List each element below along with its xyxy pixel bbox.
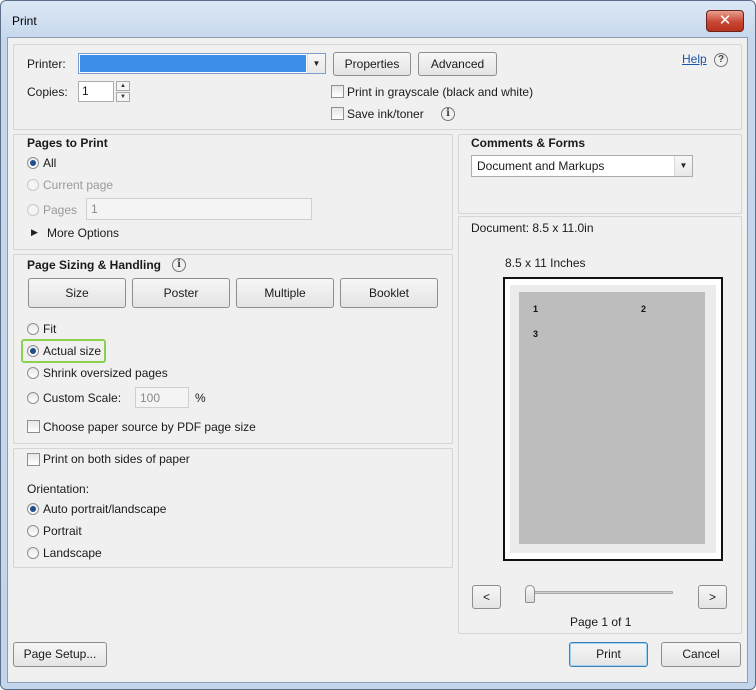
previous-page-button[interactable]: < xyxy=(472,585,501,609)
custom-scale-label: Custom Scale: xyxy=(43,391,122,405)
fit-radio[interactable] xyxy=(27,323,39,335)
comments-forms-heading: Comments & Forms xyxy=(471,136,586,150)
save-ink-checkbox[interactable] xyxy=(331,107,344,120)
save-ink-info-icon[interactable]: i xyxy=(441,107,455,121)
portrait-label: Portrait xyxy=(43,524,82,538)
current-page-radio[interactable] xyxy=(27,179,39,191)
booklet-button[interactable]: Booklet xyxy=(340,278,438,308)
page-indicator: Page 1 of 1 xyxy=(570,615,632,629)
fit-label: Fit xyxy=(43,322,57,336)
duplex-label: Print on both sides of paper xyxy=(43,452,190,466)
cancel-button[interactable]: Cancel xyxy=(661,642,741,667)
comments-forms-selected-value: Document and Markups xyxy=(477,159,605,173)
paper-source-checkbox[interactable] xyxy=(27,420,40,433)
poster-button[interactable]: Poster xyxy=(132,278,230,308)
chevron-down-icon: ▼ xyxy=(307,54,325,73)
current-page-label: Current page xyxy=(43,178,114,192)
landscape-radio[interactable] xyxy=(27,547,39,559)
orientation-heading: Orientation: xyxy=(27,482,90,496)
comments-forms-select[interactable]: Document and Markups xyxy=(471,155,693,177)
chevron-right-icon: > xyxy=(708,590,716,604)
document-size-label: Document: 8.5 x 11.0in xyxy=(471,221,594,235)
help-icon[interactable]: ? xyxy=(714,53,728,67)
page-setup-button[interactable]: Page Setup... xyxy=(13,642,107,667)
preview-page-number: 3 xyxy=(533,329,539,339)
page-slider-thumb[interactable] xyxy=(525,585,535,603)
size-button[interactable]: Size xyxy=(28,278,126,308)
page-slider-track[interactable] xyxy=(525,591,673,594)
percent-label: % xyxy=(195,391,206,405)
preview-page-content xyxy=(519,292,705,544)
all-pages-radio[interactable] xyxy=(27,157,39,169)
all-pages-label: All xyxy=(43,156,57,170)
landscape-label: Landscape xyxy=(43,546,102,560)
save-ink-label: Save ink/toner xyxy=(347,107,424,121)
grayscale-label: Print in grayscale (black and white) xyxy=(347,85,534,99)
more-options-toggle[interactable]: More Options xyxy=(47,226,119,240)
paper-source-label: Choose paper source by PDF page size xyxy=(43,420,256,434)
preview-page-number: 2 xyxy=(641,304,647,314)
next-page-button[interactable]: > xyxy=(698,585,727,609)
portrait-radio[interactable] xyxy=(27,525,39,537)
close-icon: ✕ xyxy=(718,11,732,29)
pages-range-label: Pages xyxy=(43,203,78,217)
preview-page-number: 1 xyxy=(533,304,539,314)
properties-button[interactable]: Properties xyxy=(333,52,411,76)
actual-size-radio[interactable] xyxy=(27,345,39,357)
custom-scale-input[interactable]: 100 xyxy=(135,387,189,408)
pages-range-radio[interactable] xyxy=(27,204,39,216)
paper-size-label: 8.5 x 11 Inches xyxy=(505,256,586,270)
printer-selected-value xyxy=(80,55,306,72)
copies-up-icon[interactable]: ▲ xyxy=(116,81,130,91)
copies-input[interactable]: 1 xyxy=(78,81,114,102)
advanced-button[interactable]: Advanced xyxy=(418,52,497,76)
close-button[interactable]: ✕ xyxy=(706,10,744,32)
grayscale-checkbox[interactable] xyxy=(331,85,344,98)
shrink-oversized-radio[interactable] xyxy=(27,367,39,379)
copies-label: Copies: xyxy=(27,85,68,99)
auto-orientation-label: Auto portrait/landscape xyxy=(43,502,167,516)
preview-paper: 1 2 3 xyxy=(503,277,723,561)
printer-label: Printer: xyxy=(27,57,66,71)
pages-to-print-heading: Pages to Print xyxy=(27,136,108,150)
shrink-oversized-label: Shrink oversized pages xyxy=(43,366,168,380)
custom-scale-radio[interactable] xyxy=(27,392,39,404)
printer-select[interactable]: ▼ xyxy=(78,53,326,74)
actual-size-label: Actual size xyxy=(43,344,102,358)
duplex-checkbox[interactable] xyxy=(27,453,40,466)
window-title: Print xyxy=(12,14,37,28)
page-sizing-heading: Page Sizing & Handling xyxy=(27,258,162,272)
copies-down-icon[interactable]: ▼ xyxy=(116,92,130,102)
chevron-left-icon: < xyxy=(482,590,490,604)
expand-arrow-icon[interactable]: ▶ xyxy=(31,227,38,238)
chevron-down-icon[interactable]: ▼ xyxy=(674,156,692,176)
pages-range-input[interactable]: 1 xyxy=(86,198,312,220)
auto-orientation-radio[interactable] xyxy=(27,503,39,515)
print-button[interactable]: Print xyxy=(569,642,648,667)
help-link[interactable]: Help xyxy=(682,52,707,66)
multiple-button[interactable]: Multiple xyxy=(236,278,334,308)
page-sizing-info-icon[interactable]: i xyxy=(172,258,186,272)
